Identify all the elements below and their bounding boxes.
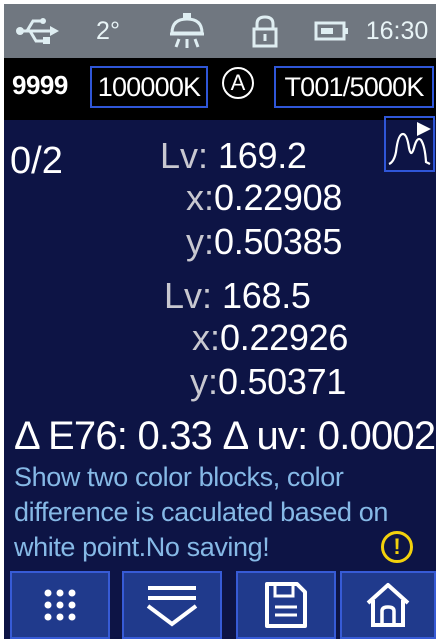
save-icon	[265, 582, 307, 628]
home-icon	[366, 583, 410, 627]
info-message: Show two color blocks, color difference …	[14, 462, 388, 562]
dropdown-icon	[146, 586, 198, 627]
info-bar: 9999 100000K A T001/5000K	[4, 58, 436, 120]
y-label: y:	[186, 221, 215, 262]
lv-label: Lv:	[164, 275, 213, 316]
lv-value: 169.2	[218, 135, 307, 176]
lv-value: 168.5	[222, 275, 311, 316]
x-row-2: x:0.22926	[192, 318, 348, 358]
color-difference: Δ E76: 0.33 Δ uv: 0.0002	[14, 414, 436, 459]
save-button[interactable]	[236, 571, 336, 639]
delta-uv-label: Δ uv:	[222, 414, 308, 458]
y-value: 0.50385	[214, 221, 343, 262]
angle-text: 2°	[96, 16, 120, 45]
target-button[interactable]: T001/5000K	[274, 66, 434, 108]
waveform-icon	[388, 122, 431, 166]
sample-counter: 0/2	[10, 140, 63, 182]
range-label: 100000K	[97, 71, 201, 102]
x-label: x:	[192, 317, 221, 358]
y-value: 0.50371	[218, 361, 347, 402]
measurement-count: 9999	[12, 70, 68, 100]
lv-row-1: Lv: 169.2	[160, 136, 307, 176]
home-button[interactable]	[340, 571, 436, 639]
x-value: 0.22908	[214, 177, 343, 218]
menu-grid-icon	[44, 589, 76, 621]
delta-uv-value: 0.0002	[317, 414, 436, 458]
bottom-toolbar	[4, 566, 436, 639]
warning-icon[interactable]: !	[381, 531, 413, 563]
battery-icon	[310, 4, 354, 58]
x-label: x:	[186, 177, 215, 218]
target-label: T001/5000K	[284, 71, 424, 102]
menu-button[interactable]	[10, 571, 110, 639]
y-row-2: y:0.50371	[190, 362, 346, 402]
graph-button[interactable]	[384, 116, 435, 172]
y-row-1: y:0.50385	[186, 222, 342, 262]
delta-e-label: Δ E76:	[14, 414, 128, 458]
y-label: y:	[190, 361, 219, 402]
delta-e-value: 0.33	[137, 414, 213, 458]
auto-mode-badge[interactable]: A	[222, 67, 254, 99]
status-bar: 2° 16:30	[4, 4, 436, 58]
lv-row-2: Lv: 168.5	[164, 276, 311, 316]
lamp-icon	[164, 4, 210, 58]
lock-icon	[248, 4, 282, 58]
x-row-1: x:0.22908	[186, 178, 342, 218]
clock: 16:30	[360, 4, 434, 58]
time-text: 16:30	[365, 16, 429, 45]
lv-label: Lv:	[160, 135, 209, 176]
x-value: 0.22926	[220, 317, 349, 358]
range-button[interactable]: 100000K	[90, 66, 208, 108]
usb-icon	[12, 4, 62, 58]
dropdown-button[interactable]	[122, 571, 222, 639]
observer-angle: 2°	[88, 4, 128, 58]
mode-label: A	[230, 70, 246, 95]
device-screen: 2° 16:30 9999 100000K A T001/5000K 0/2 L…	[4, 4, 436, 639]
